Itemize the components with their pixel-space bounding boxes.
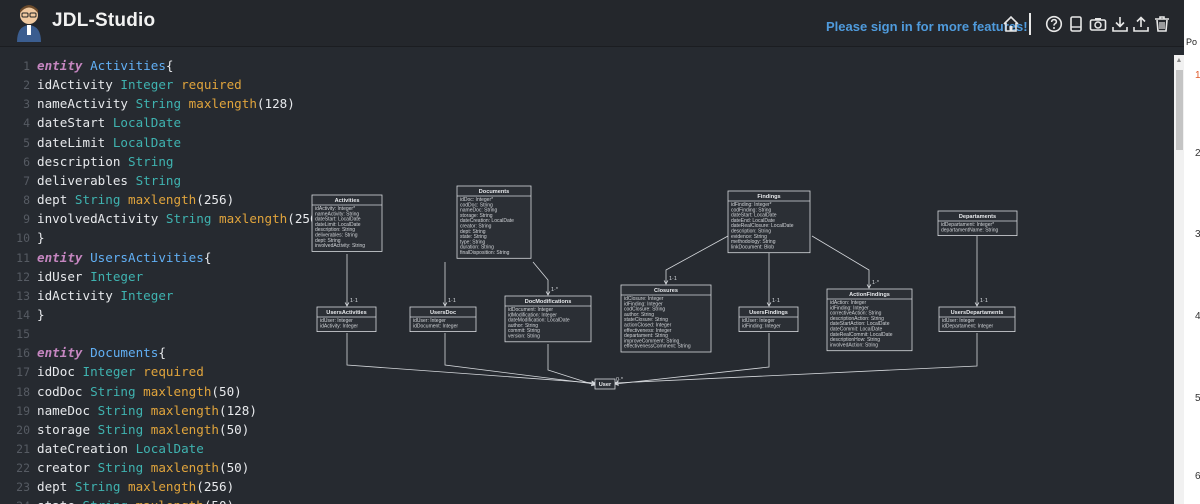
help-icon[interactable] <box>1045 15 1063 33</box>
code-editor[interactable]: 1 entity Activities{2 idActivity Integer r… <box>0 47 1184 504</box>
entity-title: Departaments <box>959 214 996 220</box>
entity-title: Activities <box>335 198 360 204</box>
header-divider <box>1029 13 1031 35</box>
scroll-up-arrow[interactable]: ▲ <box>1175 56 1183 66</box>
entity-title: UsersFindings <box>749 310 788 316</box>
entity-title: ActionFindings <box>849 292 890 298</box>
entity-field: involvedAction: String <box>830 342 878 348</box>
entity-box[interactable]: DocumentsidDoc: Integer*codDoc: Stringna… <box>456 185 532 259</box>
right-panel-number: 1 <box>1195 70 1200 81</box>
entity-box[interactable]: DepartamentsidDepartament: Integer*depar… <box>937 210 1018 237</box>
entity-title: UsersDepartaments <box>951 310 1004 316</box>
entity-title: User <box>599 382 612 388</box>
entity-title: Findings <box>757 194 780 200</box>
entity-box[interactable]: FindingsidFinding: Integer*codFinding: S… <box>727 190 811 254</box>
camera-icon[interactable] <box>1089 15 1107 33</box>
cardinality-label: 1·* <box>872 280 880 286</box>
entity-box[interactable]: UsersFindingsidUser: IntegeridFinding: I… <box>738 306 799 333</box>
entity-title: Closures <box>654 288 678 294</box>
entity-field: departamentName: String <box>941 227 998 233</box>
cardinality-label: 0·* <box>616 377 624 383</box>
entity-box[interactable]: ActionFindingsidAction: IntegeridFinding… <box>826 288 913 352</box>
scrollbar-thumb[interactable] <box>1176 70 1183 150</box>
entity-box[interactable]: User <box>594 378 616 390</box>
right-panel-number: 5 <box>1195 393 1200 404</box>
book-icon[interactable] <box>1067 15 1085 33</box>
home-icon[interactable] <box>1002 15 1020 33</box>
entity-field: idDocument: Integer <box>413 323 458 329</box>
entity-diagram: 1·1 1·11·*1·11·11·*1·10·*ActivitiesidActi… <box>311 185 1018 390</box>
entity-title: UsersDoc <box>430 310 456 316</box>
right-panel-number: 6 <box>1195 471 1200 482</box>
right-panel: Po 1 2 3 4 5 6 <box>1184 0 1200 504</box>
entity-field: involvedActivity: String <box>315 243 365 249</box>
entity-box[interactable]: ClosuresidClosure: IntegeridFinding: Int… <box>620 284 712 353</box>
relationship-line <box>532 261 549 295</box>
app-title: JDL-Studio <box>52 10 156 31</box>
top-bar: JDL-Studio Please sign in for more featu… <box>0 0 1184 47</box>
entity-field: idActivity: Integer <box>320 323 358 329</box>
cardinality-label: 1·1 <box>772 298 780 304</box>
entity-title: DocModifications <box>525 299 572 305</box>
entity-title: Documents <box>479 189 509 195</box>
entity-field: idDepartament: Integer <box>942 323 993 329</box>
entity-field: idFinding: Integer <box>742 323 781 329</box>
entity-box[interactable]: UsersActivitiesidUser: IntegeridActivity… <box>316 306 377 333</box>
sign-in-link[interactable]: Please sign in for more features! <box>826 19 1028 34</box>
entity-title: UsersActivities <box>326 310 366 316</box>
entity-field: effectivenessComment: String <box>624 344 691 350</box>
cardinality-label: 1·1 <box>448 298 456 304</box>
entity-box[interactable]: UsersDepartamentsidUser: IntegeridDepart… <box>938 306 1016 333</box>
right-panel-number: 3 <box>1195 229 1200 240</box>
cardinality-label: 1·* <box>551 287 559 293</box>
upload-icon[interactable] <box>1132 15 1150 33</box>
cardinality-label: 1·1 <box>980 298 988 304</box>
relationship-line <box>811 235 870 288</box>
trash-icon[interactable] <box>1153 15 1171 33</box>
right-panel-number: 2 <box>1195 148 1200 159</box>
entity-field: version: String <box>508 334 540 340</box>
cardinality-label: 1·1 <box>669 276 677 282</box>
cardinality-label: 1·1 <box>350 298 358 304</box>
right-panel-label: Po <box>1186 37 1198 47</box>
entity-field: finalDisposition: String <box>460 250 510 256</box>
entity-box[interactable]: DocModificationsidDocument: IntegeridMod… <box>504 295 592 343</box>
entity-field: linkDocument: Blob <box>731 244 774 250</box>
download-icon[interactable] <box>1111 15 1129 33</box>
right-panel-number: 4 <box>1195 311 1200 322</box>
entity-box[interactable]: UsersDocidUser: IntegeridDocument: Integ… <box>409 306 477 333</box>
entity-box[interactable]: ActivitiesidActivity: Integer*nameActivi… <box>311 194 383 252</box>
app-logo <box>14 4 44 42</box>
